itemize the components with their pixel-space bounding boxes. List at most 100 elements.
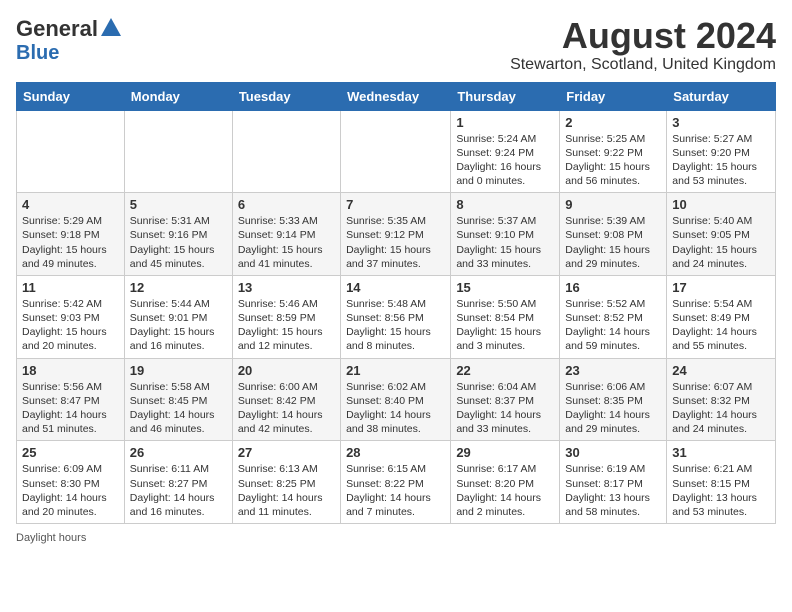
day-number: 13 (238, 280, 335, 295)
cell-w1-d3 (341, 110, 451, 193)
day-detail: Sunrise: 5:44 AM Sunset: 9:01 PM Dayligh… (130, 297, 227, 354)
cell-w3-d1: 12 Sunrise: 5:44 AM Sunset: 9:01 PM Dayli… (124, 275, 232, 358)
day-detail: Sunrise: 5:48 AM Sunset: 8:56 PM Dayligh… (346, 297, 445, 354)
day-number: 12 (130, 280, 227, 295)
day-number: 19 (130, 363, 227, 378)
cell-w2-d5: 9 Sunrise: 5:39 AM Sunset: 9:08 PM Daylig… (560, 193, 667, 276)
day-detail: Sunrise: 5:39 AM Sunset: 9:08 PM Dayligh… (565, 214, 661, 271)
day-detail: Sunrise: 5:27 AM Sunset: 9:20 PM Dayligh… (672, 132, 770, 189)
logo-blue: Blue (16, 42, 59, 65)
day-number: 2 (565, 115, 661, 130)
day-detail: Sunrise: 5:33 AM Sunset: 9:14 PM Dayligh… (238, 214, 335, 271)
day-number: 24 (672, 363, 770, 378)
cell-w2-d6: 10 Sunrise: 5:40 AM Sunset: 9:05 PM Dayli… (667, 193, 776, 276)
main-title: August 2024 (510, 16, 776, 56)
footer-note: Daylight hours (16, 532, 776, 544)
day-number: 25 (22, 445, 119, 460)
day-number: 16 (565, 280, 661, 295)
cell-w4-d0: 18 Sunrise: 5:56 AM Sunset: 8:47 PM Dayli… (17, 358, 125, 441)
day-detail: Sunrise: 5:24 AM Sunset: 9:24 PM Dayligh… (456, 132, 554, 189)
cell-w2-d0: 4 Sunrise: 5:29 AM Sunset: 9:18 PM Daylig… (17, 193, 125, 276)
day-detail: Sunrise: 6:11 AM Sunset: 8:27 PM Dayligh… (130, 462, 227, 519)
day-detail: Sunrise: 6:04 AM Sunset: 8:37 PM Dayligh… (456, 380, 554, 437)
week-row-2: 4 Sunrise: 5:29 AM Sunset: 9:18 PM Daylig… (17, 193, 776, 276)
day-number: 9 (565, 197, 661, 212)
day-number: 3 (672, 115, 770, 130)
day-detail: Sunrise: 5:42 AM Sunset: 9:03 PM Dayligh… (22, 297, 119, 354)
subtitle: Stewarton, Scotland, United Kingdom (510, 56, 776, 74)
day-detail: Sunrise: 6:06 AM Sunset: 8:35 PM Dayligh… (565, 380, 661, 437)
day-detail: Sunrise: 5:29 AM Sunset: 9:18 PM Dayligh… (22, 214, 119, 271)
cell-w1-d1 (124, 110, 232, 193)
day-number: 23 (565, 363, 661, 378)
day-number: 7 (346, 197, 445, 212)
week-row-1: 1 Sunrise: 5:24 AM Sunset: 9:24 PM Daylig… (17, 110, 776, 193)
col-wednesday: Wednesday (341, 82, 451, 110)
week-row-5: 25 Sunrise: 6:09 AM Sunset: 8:30 PM Dayli… (17, 441, 776, 524)
day-detail: Sunrise: 6:02 AM Sunset: 8:40 PM Dayligh… (346, 380, 445, 437)
day-number: 30 (565, 445, 661, 460)
day-number: 29 (456, 445, 554, 460)
day-number: 26 (130, 445, 227, 460)
day-detail: Sunrise: 5:40 AM Sunset: 9:05 PM Dayligh… (672, 214, 770, 271)
cell-w2-d4: 8Sunrise: 5:37 AM Sunset: 9:10 PM Daylig… (451, 193, 560, 276)
cell-w5-d0: 25 Sunrise: 6:09 AM Sunset: 8:30 PM Dayli… (17, 441, 125, 524)
day-number: 27 (238, 445, 335, 460)
cell-w4-d5: 23 Sunrise: 6:06 AM Sunset: 8:35 PM Dayli… (560, 358, 667, 441)
day-detail: Sunrise: 5:25 AM Sunset: 9:22 PM Dayligh… (565, 132, 661, 189)
calendar-table: Sunday Monday Tuesday Wednesday Thursday… (16, 82, 776, 524)
day-detail: Sunrise: 5:35 AM Sunset: 9:12 PM Dayligh… (346, 214, 445, 271)
day-number: 22 (456, 363, 554, 378)
col-sunday: Sunday (17, 82, 125, 110)
col-thursday: Thursday (451, 82, 560, 110)
day-detail: Sunrise: 5:46 AM Sunset: 8:59 PM Dayligh… (238, 297, 335, 354)
logo-general: General (16, 16, 98, 42)
cell-w5-d6: 31Sunrise: 6:21 AM Sunset: 8:15 PM Dayli… (667, 441, 776, 524)
cell-w5-d2: 27Sunrise: 6:13 AM Sunset: 8:25 PM Dayli… (232, 441, 340, 524)
col-monday: Monday (124, 82, 232, 110)
cell-w5-d4: 29Sunrise: 6:17 AM Sunset: 8:20 PM Dayli… (451, 441, 560, 524)
col-saturday: Saturday (667, 82, 776, 110)
logo-triangle-icon (101, 18, 121, 36)
day-number: 28 (346, 445, 445, 460)
header: General Blue August 2024 Stewarton, Scot… (16, 16, 776, 74)
cell-w4-d3: 21 Sunrise: 6:02 AM Sunset: 8:40 PM Dayli… (341, 358, 451, 441)
day-detail: Sunrise: 5:58 AM Sunset: 8:45 PM Dayligh… (130, 380, 227, 437)
cell-w2-d2: 6Sunrise: 5:33 AM Sunset: 9:14 PM Daylig… (232, 193, 340, 276)
day-detail: Sunrise: 6:21 AM Sunset: 8:15 PM Dayligh… (672, 462, 770, 519)
cell-w3-d0: 11 Sunrise: 5:42 AM Sunset: 9:03 PM Dayli… (17, 275, 125, 358)
day-number: 17 (672, 280, 770, 295)
cell-w5-d3: 28Sunrise: 6:15 AM Sunset: 8:22 PM Dayli… (341, 441, 451, 524)
header-row: Sunday Monday Tuesday Wednesday Thursday… (17, 82, 776, 110)
cell-w4-d4: 22 Sunrise: 6:04 AM Sunset: 8:37 PM Dayli… (451, 358, 560, 441)
day-detail: Sunrise: 6:07 AM Sunset: 8:32 PM Dayligh… (672, 380, 770, 437)
day-detail: Sunrise: 5:37 AM Sunset: 9:10 PM Dayligh… (456, 214, 554, 271)
day-number: 20 (238, 363, 335, 378)
day-number: 18 (22, 363, 119, 378)
cell-w3-d2: 13 Sunrise: 5:46 AM Sunset: 8:59 PM Dayli… (232, 275, 340, 358)
day-number: 4 (22, 197, 119, 212)
cell-w1-d5: 2 Sunrise: 5:25 AM Sunset: 9:22 PM Daylig… (560, 110, 667, 193)
cell-w3-d5: 16 Sunrise: 5:52 AM Sunset: 8:52 PM Dayli… (560, 275, 667, 358)
cell-w5-d1: 26 Sunrise: 6:11 AM Sunset: 8:27 PM Dayli… (124, 441, 232, 524)
day-number: 5 (130, 197, 227, 212)
cell-w4-d1: 19 Sunrise: 5:58 AM Sunset: 8:45 PM Dayli… (124, 358, 232, 441)
day-number: 1 (456, 115, 554, 130)
day-detail: Sunrise: 5:56 AM Sunset: 8:47 PM Dayligh… (22, 380, 119, 437)
day-number: 21 (346, 363, 445, 378)
day-number: 10 (672, 197, 770, 212)
cell-w3-d3: 14 Sunrise: 5:48 AM Sunset: 8:56 PM Dayli… (341, 275, 451, 358)
day-number: 11 (22, 280, 119, 295)
day-number: 14 (346, 280, 445, 295)
cell-w1-d2 (232, 110, 340, 193)
day-detail: Sunrise: 5:52 AM Sunset: 8:52 PM Dayligh… (565, 297, 661, 354)
cell-w1-d6: 3 Sunrise: 5:27 AM Sunset: 9:20 PM Daylig… (667, 110, 776, 193)
day-detail: Sunrise: 6:19 AM Sunset: 8:17 PM Dayligh… (565, 462, 661, 519)
cell-w5-d5: 30 Sunrise: 6:19 AM Sunset: 8:17 PM Dayli… (560, 441, 667, 524)
logo: General Blue (16, 16, 121, 65)
cell-w4-d2: 20Sunrise: 6:00 AM Sunset: 8:42 PM Dayli… (232, 358, 340, 441)
day-detail: Sunrise: 5:54 AM Sunset: 8:49 PM Dayligh… (672, 297, 770, 354)
cell-w3-d4: 15Sunrise: 5:50 AM Sunset: 8:54 PM Dayli… (451, 275, 560, 358)
day-detail: Sunrise: 6:09 AM Sunset: 8:30 PM Dayligh… (22, 462, 119, 519)
cell-w1-d0 (17, 110, 125, 193)
